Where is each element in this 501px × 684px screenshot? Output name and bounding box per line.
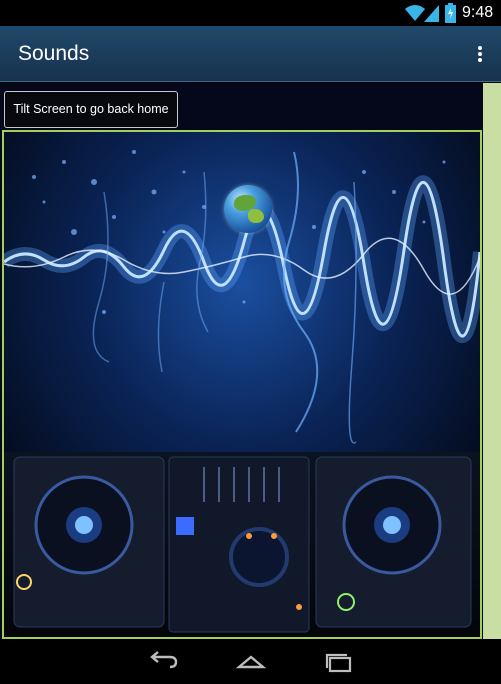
clock: 9:48 xyxy=(462,4,494,21)
home-icon[interactable] xyxy=(236,649,266,675)
tilt-home-button[interactable]: Tilt Screen to go back home xyxy=(4,91,178,128)
nav-bar xyxy=(0,639,501,684)
battery-icon xyxy=(445,3,456,23)
sound-stage[interactable] xyxy=(2,130,482,639)
action-bar: Sounds xyxy=(0,26,501,82)
signal-icon xyxy=(424,5,439,22)
globe-icon[interactable] xyxy=(224,185,272,233)
more-vert-icon[interactable] xyxy=(470,40,490,68)
wifi-icon xyxy=(405,5,425,21)
page-title: Sounds xyxy=(18,42,90,65)
side-strip xyxy=(483,83,501,639)
status-bar: 9:48 xyxy=(0,0,501,26)
back-icon[interactable] xyxy=(148,649,178,675)
recents-icon[interactable] xyxy=(324,649,354,675)
content-area: Tilt Screen to go back home xyxy=(0,83,501,639)
